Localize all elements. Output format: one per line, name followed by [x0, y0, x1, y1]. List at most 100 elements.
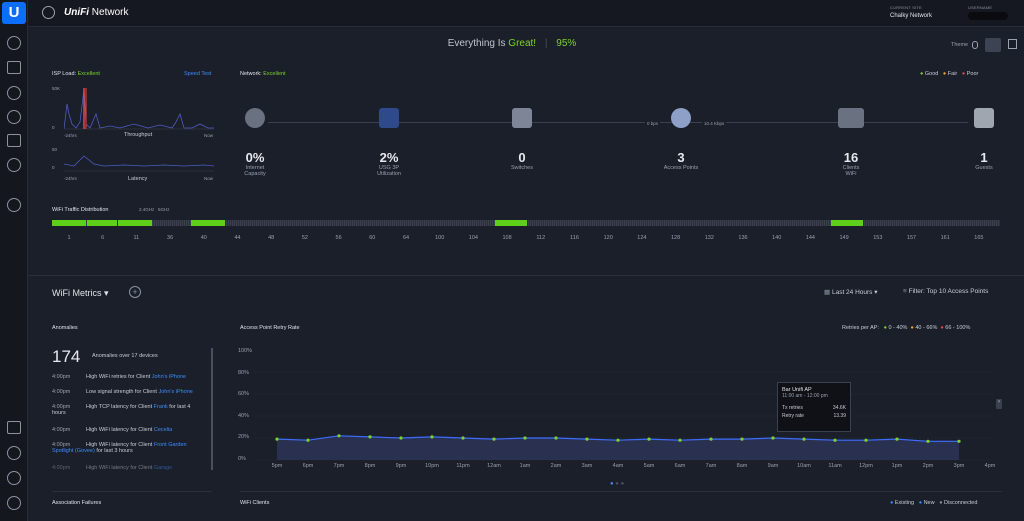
calendar-icon[interactable]: [7, 421, 21, 434]
x-tick: 7am: [705, 463, 717, 469]
anomaly-row[interactable]: 4:00pm High WiFi retries for Client John'…: [52, 374, 186, 380]
channel-label: 136: [738, 235, 748, 241]
y-tick: 60%: [238, 391, 250, 397]
clients-icon[interactable]: [7, 134, 21, 147]
channel-label: 1: [67, 235, 71, 241]
wifi-clients-title: WiFi Clients: [240, 500, 270, 506]
current-site-label: CURRENT SITE: [890, 5, 922, 10]
x-tick: 5pm: [271, 463, 283, 469]
x-tick: 10am: [797, 463, 811, 469]
left-sidebar: U: [0, 0, 28, 521]
x-tick: 8pm: [364, 463, 376, 469]
x-tick: 4pm: [984, 463, 996, 469]
access-point-icon: [671, 108, 691, 128]
unifi-logo[interactable]: U: [2, 2, 26, 24]
y-tick: 100%: [238, 348, 253, 354]
x-tick: 2pm: [922, 463, 934, 469]
x-tick: 4am: [612, 463, 624, 469]
x-tick: 3am: [581, 463, 593, 469]
chart-tooltip: Bar Unifi AP 11:00 am - 12:00 pm Tx retr…: [777, 382, 851, 432]
carousel-dots[interactable]: ● ● ●: [610, 481, 624, 487]
anomaly-row[interactable]: 4:00pm High WiFi latency for Client Front…: [52, 442, 204, 454]
chat-icon[interactable]: [7, 471, 21, 485]
retry-point: [306, 438, 310, 442]
throughput-time-left: -24hrs: [64, 133, 77, 138]
add-metric-button[interactable]: +: [129, 286, 141, 298]
x-tick: 6pm: [302, 463, 314, 469]
x-tick: 11am: [828, 463, 842, 469]
x-tick: 8am: [736, 463, 748, 469]
panel-toggle-icon[interactable]: [1008, 39, 1017, 49]
insights-icon[interactable]: [7, 158, 21, 172]
latency-chart: [64, 155, 214, 172]
settings-gear-icon[interactable]: [7, 496, 21, 510]
y-tick: 40%: [238, 413, 250, 419]
devices-icon[interactable]: [7, 110, 21, 124]
band-24-label: 2.4GHz: [139, 207, 155, 212]
latency-label: Latency: [128, 176, 148, 182]
retry-chart: [255, 350, 995, 461]
channel-1-usage: [52, 220, 86, 226]
channel-label: 36: [167, 235, 174, 241]
retry-point: [585, 437, 589, 441]
device-internet[interactable]: 0% Internet Capacity: [220, 108, 290, 177]
x-tick: 9am: [767, 463, 779, 469]
x-tick: 2am: [550, 463, 562, 469]
theme-dark-icon[interactable]: [972, 41, 978, 49]
latency-time-right: Now: [204, 176, 214, 181]
y-tick: 0%: [238, 456, 246, 462]
x-tick: 6am: [674, 463, 686, 469]
channel-label: 11: [133, 235, 140, 241]
filter-select[interactable]: ≡ Filter: Top 10 Access Points: [903, 288, 988, 295]
isp-load-label: ISP Load: Excellent: [52, 71, 100, 77]
status-banner: Everything Is Great! | 95%: [447, 38, 577, 49]
retry-point: [430, 435, 434, 439]
device-guests[interactable]: 1 Guests: [949, 108, 1019, 171]
device-clients[interactable]: 16 Clients WiFi: [816, 108, 886, 177]
retry-legend: Retries per AP: ● 0 - 40% ● 40 - 66% ● 6…: [842, 325, 971, 331]
wifi-metrics-title[interactable]: WiFi Metrics ▾: [52, 288, 109, 299]
channel-label: 161: [940, 235, 950, 241]
x-tick: 1am: [519, 463, 531, 469]
channel-label: 44: [234, 235, 241, 241]
site-selector[interactable]: Chalky Network: [890, 13, 932, 19]
retry-point: [616, 438, 620, 442]
y-tick: 80%: [238, 370, 250, 376]
anomaly-row[interactable]: 4:00pm High WiFi latency for Client Cecel…: [52, 427, 172, 433]
channel-label: 140: [772, 235, 782, 241]
dashboard-logo-icon: [42, 6, 55, 19]
map-icon[interactable]: [7, 86, 21, 100]
username-value[interactable]: [968, 12, 1008, 20]
anomaly-row[interactable]: 4:00pm High WiFi latency for Client Garag…: [52, 465, 172, 471]
retry-point: [895, 437, 899, 441]
anomaly-row[interactable]: 4:00pm High TCP latency for Client Frank …: [52, 404, 204, 416]
throughput-time-right: Now: [204, 133, 214, 138]
channel-108-usage: [495, 220, 527, 226]
association-failures-title: Association Failures: [52, 500, 102, 506]
anomaly-row[interactable]: 4:00pm Low signal strength for Client Joh…: [52, 389, 193, 395]
retry-point: [275, 437, 279, 441]
notification-bell-icon[interactable]: [7, 446, 21, 460]
anomalies-title: Anomalies: [52, 325, 78, 331]
channel-label: 120: [603, 235, 613, 241]
anomalies-scrollbar[interactable]: [211, 348, 213, 470]
device-gateway[interactable]: 2% USG 3P Utilization: [354, 108, 424, 177]
statistics-icon[interactable]: [7, 61, 21, 74]
retry-point: [678, 438, 682, 442]
device-switches[interactable]: 0 Switches: [487, 108, 557, 171]
theme-light-button[interactable]: [985, 38, 1001, 52]
channel-label: 165: [974, 235, 984, 241]
device-access-points[interactable]: 3 Access Points: [646, 108, 716, 171]
chart-next-button[interactable]: ›: [996, 399, 1002, 409]
retry-point: [399, 436, 403, 440]
channel-label: 6: [101, 235, 105, 241]
channel-label: 128: [671, 235, 681, 241]
x-tick: 10pm: [425, 463, 439, 469]
shield-icon[interactable]: [7, 198, 21, 212]
y-tick: 20%: [238, 434, 250, 440]
time-range-select[interactable]: ▦ Last 24 Hours ▾: [824, 288, 878, 296]
speed-test-link[interactable]: Speed Test: [184, 71, 211, 77]
channel-label: 116: [570, 235, 579, 241]
retry-point: [554, 436, 558, 440]
switch-icon: [512, 108, 532, 128]
